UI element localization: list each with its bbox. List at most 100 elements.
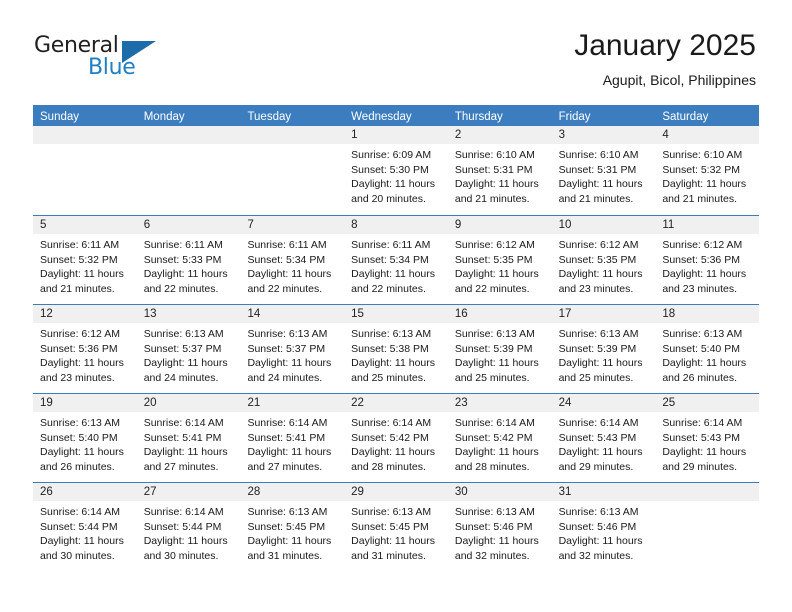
weekday-header-tuesday: Tuesday — [247, 111, 292, 123]
sunset-text: Sunset: 5:33 PM — [143, 253, 222, 266]
day-cell[interactable]: 14 Sunrise: 6:13 AM Sunset: 5:37 PM Dayligh… — [240, 305, 345, 393]
daylight-text: and 32 minutes. — [454, 549, 530, 562]
daylight-text: Daylight: 11 hours — [558, 357, 643, 370]
sunset-text: Sunset: 5:34 PM — [247, 253, 326, 266]
day-details: Sunrise: 6:14 AM Sunset: 5:44 PM Daylight:… — [33, 501, 137, 563]
daylight-text: Daylight: 11 hours — [40, 446, 124, 459]
day-cell[interactable]: 31 Sunrise: 6:13 AM Sunset: 5:46 PM Dayligh… — [551, 483, 656, 571]
weekday-header-saturday: Saturday — [662, 111, 709, 123]
day-cell[interactable]: 24 Sunrise: 6:14 AM Sunset: 5:43 PM Dayligh… — [551, 394, 656, 482]
daylight-text: and 28 minutes. — [454, 460, 530, 473]
day-cell[interactable]: 5 Sunrise: 6:11 AM Sunset: 5:32 PM Daylight… — [33, 216, 137, 304]
day-cell[interactable]: 21 Sunrise: 6:14 AM Sunset: 5:41 PM Dayligh… — [240, 394, 345, 482]
sunrise-text: Sunrise: 6:13 AM — [40, 417, 120, 429]
calendar-grid: Sunday Monday Tuesday Wednesday Thursday Frid… — [33, 105, 760, 571]
day-cell[interactable]: 10 Sunrise: 6:12 AM Sunset: 5:35 PM Dayligh… — [551, 216, 656, 304]
calendar-weeks: 1 Sunrise: 6:09 AM Sunset: 5:30 PM Daylight… — [33, 126, 760, 571]
day-cell[interactable]: 9 Sunrise: 6:12 AM Sunset: 5:35 PM Daylight… — [447, 216, 552, 304]
day-details: Sunrise: 6:14 AM Sunset: 5:41 PM Daylight:… — [137, 412, 241, 474]
day-details — [655, 501, 759, 505]
sunset-text: Sunset: 5:36 PM — [662, 253, 740, 266]
day-cell[interactable]: 25 Sunrise: 6:14 AM Sunset: 5:43 PM Dayligh… — [655, 394, 760, 482]
day-details: Sunrise: 6:10 AM Sunset: 5:31 PM Daylight:… — [552, 144, 656, 206]
sunrise-text: Sunrise: 6:12 AM — [40, 328, 120, 340]
daylight-text: Daylight: 11 hours — [454, 535, 539, 548]
day-cell-empty — [655, 483, 760, 571]
sunrise-text: Sunrise: 6:12 AM — [662, 239, 743, 251]
day-cell[interactable]: 3 Sunrise: 6:10 AM Sunset: 5:31 PM Daylight… — [551, 126, 656, 215]
sunset-text: Sunset: 5:32 PM — [662, 163, 740, 176]
day-cell[interactable]: 28 Sunrise: 6:13 AM Sunset: 5:45 PM Dayligh… — [240, 483, 345, 571]
day-cell-empty — [33, 126, 137, 215]
day-cell[interactable]: 20 Sunrise: 6:14 AM Sunset: 5:41 PM Dayligh… — [136, 394, 241, 482]
daylight-text: and 30 minutes. — [40, 549, 115, 562]
sunset-text: Sunset: 5:42 PM — [454, 431, 533, 444]
daylight-text: Daylight: 11 hours — [247, 268, 332, 281]
daylight-text: and 23 minutes. — [558, 282, 634, 295]
day-cell[interactable]: 11 Sunrise: 6:12 AM Sunset: 5:36 PM Dayligh… — [655, 216, 760, 304]
day-details: Sunrise: 6:12 AM Sunset: 5:36 PM Daylight:… — [655, 234, 759, 296]
day-cell[interactable]: 2 Sunrise: 6:10 AM Sunset: 5:31 PM Daylight… — [447, 126, 552, 215]
day-details: Sunrise: 6:13 AM Sunset: 5:45 PM Daylight:… — [344, 501, 448, 563]
day-cell[interactable]: 29 Sunrise: 6:13 AM Sunset: 5:45 PM Dayligh… — [344, 483, 448, 571]
day-cell[interactable]: 7 Sunrise: 6:11 AM Sunset: 5:34 PM Daylight… — [240, 216, 345, 304]
day-details: Sunrise: 6:14 AM Sunset: 5:44 PM Daylight:… — [137, 501, 241, 563]
day-number: 15 — [344, 305, 448, 323]
day-cell[interactable]: 4 Sunrise: 6:10 AM Sunset: 5:32 PM Daylight… — [655, 126, 760, 215]
day-cell[interactable]: 27 Sunrise: 6:14 AM Sunset: 5:44 PM Dayligh… — [136, 483, 241, 571]
sunset-text: Sunset: 5:35 PM — [454, 253, 533, 266]
day-number: 21 — [240, 394, 345, 412]
sunset-text: Sunset: 5:35 PM — [558, 253, 637, 266]
daylight-text: and 30 minutes. — [143, 549, 219, 562]
day-number: 17 — [551, 305, 656, 323]
daylight-text: and 21 minutes. — [40, 282, 115, 295]
page-subtitle: Agupit, Bicol, Philippines — [602, 72, 756, 88]
sunrise-text: Sunrise: 6:14 AM — [247, 417, 328, 429]
day-details: Sunrise: 6:13 AM Sunset: 5:37 PM Daylight:… — [240, 323, 344, 385]
day-cell[interactable]: 18 Sunrise: 6:13 AM Sunset: 5:40 PM Dayligh… — [655, 305, 760, 393]
day-cell[interactable]: 1 Sunrise: 6:09 AM Sunset: 5:30 PM Daylight… — [344, 126, 448, 215]
calendar-week-row: 5 Sunrise: 6:11 AM Sunset: 5:32 PM Daylight… — [33, 215, 760, 304]
sunset-text: Sunset: 5:31 PM — [454, 163, 533, 176]
day-cell[interactable]: 6 Sunrise: 6:11 AM Sunset: 5:33 PM Daylight… — [136, 216, 241, 304]
calendar-week-row: 19 Sunrise: 6:13 AM Sunset: 5:40 PM Dayligh… — [33, 393, 760, 482]
daylight-text: and 23 minutes. — [40, 371, 115, 384]
day-cell[interactable]: 13 Sunrise: 6:13 AM Sunset: 5:37 PM Dayligh… — [136, 305, 241, 393]
day-number: 13 — [136, 305, 241, 323]
daylight-text: Daylight: 11 hours — [143, 535, 228, 548]
day-number: 19 — [33, 394, 137, 412]
brand-name-blue: Blue — [88, 55, 136, 80]
sunset-text: Sunset: 5:44 PM — [40, 520, 118, 533]
sunrise-text: Sunrise: 6:13 AM — [454, 328, 535, 340]
day-details: Sunrise: 6:11 AM Sunset: 5:34 PM Daylight:… — [344, 234, 448, 296]
daylight-text: Daylight: 11 hours — [558, 446, 643, 459]
day-number: 4 — [655, 126, 760, 144]
day-cell[interactable]: 26 Sunrise: 6:14 AM Sunset: 5:44 PM Dayligh… — [33, 483, 137, 571]
day-number: 30 — [447, 483, 552, 501]
daylight-text: Daylight: 11 hours — [40, 535, 124, 548]
day-number: 11 — [655, 216, 760, 234]
daylight-text: and 31 minutes. — [351, 549, 426, 562]
sunset-text: Sunset: 5:32 PM — [40, 253, 118, 266]
weekday-header-monday: Monday — [143, 111, 185, 123]
day-details: Sunrise: 6:13 AM Sunset: 5:46 PM Daylight:… — [552, 501, 656, 563]
daylight-text: and 21 minutes. — [662, 192, 738, 205]
daylight-text: and 21 minutes. — [454, 192, 530, 205]
day-cell[interactable]: 30 Sunrise: 6:13 AM Sunset: 5:46 PM Dayligh… — [447, 483, 552, 571]
day-cell[interactable]: 17 Sunrise: 6:13 AM Sunset: 5:39 PM Dayligh… — [551, 305, 656, 393]
brand-logo[interactable]: General Blue — [34, 33, 164, 83]
daylight-text: Daylight: 11 hours — [662, 178, 747, 191]
day-cell[interactable]: 22 Sunrise: 6:14 AM Sunset: 5:42 PM Dayligh… — [344, 394, 448, 482]
sunset-text: Sunset: 5:44 PM — [143, 520, 222, 533]
daylight-text: and 25 minutes. — [351, 371, 426, 384]
day-cell[interactable]: 8 Sunrise: 6:11 AM Sunset: 5:34 PM Daylight… — [344, 216, 448, 304]
day-cell[interactable]: 12 Sunrise: 6:12 AM Sunset: 5:36 PM Dayligh… — [33, 305, 137, 393]
day-details: Sunrise: 6:13 AM Sunset: 5:37 PM Daylight:… — [137, 323, 241, 385]
day-cell[interactable]: 19 Sunrise: 6:13 AM Sunset: 5:40 PM Dayligh… — [33, 394, 137, 482]
sunset-text: Sunset: 5:40 PM — [662, 342, 740, 355]
day-number: 26 — [33, 483, 137, 501]
day-cell[interactable]: 23 Sunrise: 6:14 AM Sunset: 5:42 PM Dayligh… — [447, 394, 552, 482]
day-cell[interactable]: 16 Sunrise: 6:13 AM Sunset: 5:39 PM Dayligh… — [447, 305, 552, 393]
day-details: Sunrise: 6:09 AM Sunset: 5:30 PM Daylight:… — [344, 144, 448, 206]
day-cell[interactable]: 15 Sunrise: 6:13 AM Sunset: 5:38 PM Dayligh… — [344, 305, 448, 393]
